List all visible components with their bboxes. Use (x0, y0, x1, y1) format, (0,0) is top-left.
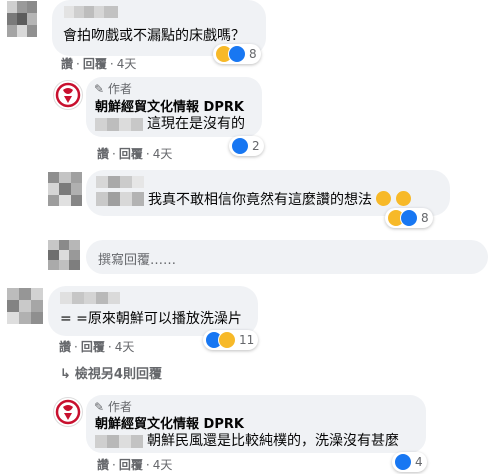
commenter-avatar[interactable] (7, 288, 43, 324)
comment-bubble: ✎ 作者 朝鮮經貿文化情報 DPRK 這現在是沒有的 (86, 77, 262, 137)
comment-text: = =原來朝鮮可以播放洗澡片 (60, 311, 242, 327)
like-link[interactable]: 讚 (97, 458, 109, 472)
comment-bubble: ✎ 作者 朝鮮經貿文化情報 DPRK 朝鮮民風還是比較純樸的，洗澡沒有甚麼 (86, 395, 426, 453)
commenter-avatar[interactable] (48, 172, 82, 206)
haha-emoji-icon (218, 331, 236, 349)
comment-actions: 讚 · 回覆 · 4天 (97, 458, 173, 472)
comment-text: 這現在是沒有的 (147, 116, 245, 132)
pencil-icon: ✎ (94, 82, 105, 96)
reply-arrow-icon: ↳ (60, 367, 71, 382)
smirk-emoji-icon (395, 191, 411, 206)
thumbs-up-icon (400, 209, 418, 227)
author-badge: ✎ 作者 (94, 400, 132, 414)
timestamp[interactable]: 4天 (117, 57, 137, 71)
dprk-logo-icon (55, 399, 81, 425)
commenter-name-redacted[interactable] (64, 6, 120, 18)
reaction-summary[interactable]: 8 (213, 44, 261, 64)
comment-actions: 讚 · 回覆 · 4天 (97, 147, 173, 161)
view-more-replies[interactable]: ↳ 檢視另4則回覆 (60, 363, 162, 382)
comment-actions: 讚 · 回覆 · 4天 (61, 57, 137, 71)
timestamp[interactable]: 4天 (153, 147, 173, 161)
reply-link[interactable]: 回覆 (83, 57, 107, 71)
page-name[interactable]: 朝鮮經貿文化情報 DPRK (95, 100, 244, 116)
commenter-avatar[interactable] (7, 1, 47, 37)
reply-input[interactable]: 撰寫回覆…… (86, 240, 488, 274)
reaction-count: 2 (252, 139, 260, 153)
like-link[interactable]: 讚 (59, 340, 71, 354)
thumbs-up-icon (394, 453, 412, 471)
commenter-name-redacted[interactable] (60, 292, 128, 304)
reply-link[interactable]: 回覆 (81, 340, 105, 354)
reaction-count: 8 (249, 47, 257, 61)
mention-redacted[interactable] (96, 192, 144, 206)
mention-redacted[interactable] (95, 435, 143, 448)
reaction-summary[interactable]: 11 (203, 330, 259, 350)
dprk-logo-icon (55, 82, 81, 108)
page-name[interactable]: 朝鮮經貿文化情報 DPRK (95, 417, 244, 433)
comment-text: 朝鮮民風還是比較純樸的，洗澡沒有甚麼 (147, 433, 399, 449)
comment-actions: 讚 · 回覆 · 4天 (59, 340, 135, 354)
reply-placeholder: 撰寫回覆…… (98, 253, 177, 268)
thumbs-up-icon (228, 45, 246, 63)
reaction-summary[interactable]: 8 (385, 208, 433, 228)
mention-redacted[interactable] (95, 118, 143, 131)
page-avatar[interactable] (53, 397, 83, 427)
reaction-summary[interactable]: 4 (392, 452, 427, 472)
smirk-emoji-icon (376, 191, 392, 206)
comment-text: 會拍吻戲或不漏點的床戲嗎？ (63, 28, 245, 44)
reaction-count: 4 (415, 455, 423, 469)
current-user-avatar (48, 240, 80, 270)
timestamp[interactable]: 4天 (115, 340, 135, 354)
author-badge: ✎ 作者 (94, 82, 132, 96)
pencil-icon: ✎ (94, 400, 105, 414)
timestamp[interactable]: 4天 (153, 458, 173, 472)
reply-link[interactable]: 回覆 (119, 458, 143, 472)
comment-text: 我真不敢相信你竟然有這麼讚的想法 (148, 191, 411, 209)
like-link[interactable]: 讚 (61, 57, 73, 71)
like-link[interactable]: 讚 (97, 147, 109, 161)
thumbs-up-icon (231, 137, 249, 155)
page-avatar[interactable] (53, 80, 83, 110)
comment-bubble: = =原來朝鮮可以播放洗澡片 (48, 286, 258, 336)
reply-link[interactable]: 回覆 (119, 147, 143, 161)
reaction-count: 11 (239, 333, 255, 347)
commenter-name-redacted[interactable] (96, 176, 144, 188)
reaction-summary[interactable]: 2 (229, 136, 264, 156)
reaction-count: 8 (421, 211, 429, 225)
